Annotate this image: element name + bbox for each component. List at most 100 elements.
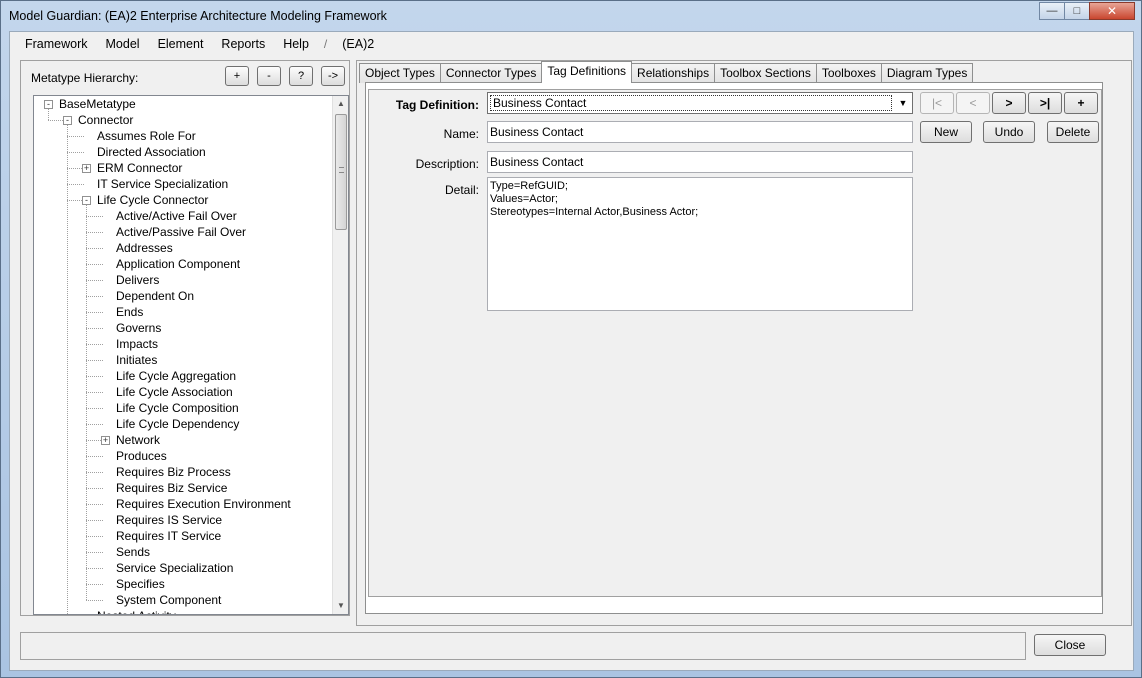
next-record-button[interactable]: > <box>992 92 1026 114</box>
tree-node[interactable]: Requires Biz Process <box>34 464 334 480</box>
tree-node[interactable]: Directed Association <box>34 144 334 160</box>
tree-node[interactable]: Impacts <box>34 336 334 352</box>
collapse-icon[interactable]: - <box>82 196 91 205</box>
tree-node[interactable]: Requires IT Service <box>34 528 334 544</box>
description-field[interactable]: Business Contact <box>487 151 913 173</box>
delete-button[interactable]: Delete <box>1047 121 1099 143</box>
tree-node-label: Service Specialization <box>116 561 234 575</box>
tree-node[interactable]: Nested Activity <box>34 608 334 614</box>
name-field[interactable]: Business Contact <box>487 121 913 143</box>
help-metatype-button[interactable]: ? <box>289 66 313 86</box>
tree-node[interactable]: Life Cycle Association <box>34 384 334 400</box>
tree-node[interactable]: Governs <box>34 320 334 336</box>
client-area: Framework Model Element Reports Help / (… <box>9 31 1134 671</box>
undo-button[interactable]: Undo <box>983 121 1035 143</box>
tab-tag-definitions[interactable]: Tag Definitions <box>541 61 633 83</box>
window-close-button[interactable]: ✕ <box>1089 2 1135 20</box>
tree-node[interactable]: Active/Active Fail Over <box>34 208 334 224</box>
tree-node-label: BaseMetatype <box>59 97 136 111</box>
tree-node[interactable]: Initiates <box>34 352 334 368</box>
first-record-button[interactable]: |< <box>920 92 954 114</box>
new-button[interactable]: New <box>920 121 972 143</box>
tree-node-label: Life Cycle Dependency <box>116 417 240 431</box>
add-metatype-button[interactable]: + <box>225 66 249 86</box>
expand-icon[interactable]: + <box>82 164 91 173</box>
tree-node[interactable]: System Component <box>34 592 334 608</box>
tree-node-label: Network <box>116 433 161 447</box>
tree-node-label: Directed Association <box>97 145 206 159</box>
tab-connector-types[interactable]: Connector Types <box>439 63 543 83</box>
menu-reports[interactable]: Reports <box>212 37 274 51</box>
tree-connector-line <box>86 248 103 249</box>
tree-connector-line <box>86 568 103 569</box>
tree-node[interactable]: + ERM Connector <box>34 160 334 176</box>
tree-node-label: Produces <box>116 449 167 463</box>
tree-node[interactable]: Addresses <box>34 240 334 256</box>
expand-icon[interactable]: + <box>101 436 110 445</box>
tree-node[interactable]: Life Cycle Composition <box>34 400 334 416</box>
tree-node[interactable]: Specifies <box>34 576 334 592</box>
title-bar[interactable]: Model Guardian: (EA)2 Enterprise Archite… <box>1 1 1141 31</box>
last-record-button[interactable]: >| <box>1028 92 1062 114</box>
tree-node-label: Governs <box>116 321 162 335</box>
tree-node[interactable]: Assumes Role For <box>34 128 334 144</box>
collapse-icon[interactable]: - <box>63 116 72 125</box>
tree-connector-line <box>86 232 103 233</box>
tree-node[interactable]: Requires Execution Environment <box>34 496 334 512</box>
scroll-down-icon[interactable]: ▼ <box>333 598 348 614</box>
tree-node[interactable]: Delivers <box>34 272 334 288</box>
tree-node[interactable]: Requires Biz Service <box>34 480 334 496</box>
maximize-button[interactable]: □ <box>1064 2 1090 20</box>
menu-context[interactable]: (EA)2 <box>333 37 383 51</box>
tree-node-label: Application Component <box>116 257 241 271</box>
tree-node[interactable]: + Network <box>34 432 334 448</box>
menu-help[interactable]: Help <box>274 37 318 51</box>
scroll-up-icon[interactable]: ▲ <box>333 96 348 112</box>
metatype-hierarchy-label: Metatype Hierarchy: <box>31 71 139 85</box>
go-metatype-button[interactable]: -> <box>321 66 345 86</box>
tree-node[interactable]: Ends <box>34 304 334 320</box>
menu-model[interactable]: Model <box>97 37 149 51</box>
tab-relationships[interactable]: Relationships <box>631 63 716 83</box>
tab-diagram-types[interactable]: Diagram Types <box>880 63 974 83</box>
minimize-button[interactable]: — <box>1039 2 1065 20</box>
tree-node[interactable]: Requires IS Service <box>34 512 334 528</box>
tree-connector-line <box>86 360 103 361</box>
tree-node[interactable]: Life Cycle Dependency <box>34 416 334 432</box>
collapse-icon[interactable]: - <box>44 100 53 109</box>
tree-node-label: Life Cycle Connector <box>97 193 209 207</box>
tab-toolbox-sections[interactable]: Toolbox Sections <box>714 63 817 83</box>
tree-node[interactable]: Application Component <box>34 256 334 272</box>
tree-node[interactable]: Produces <box>34 448 334 464</box>
tree-node[interactable]: - Connector <box>34 112 334 128</box>
tree-node[interactable]: - BaseMetatype <box>34 96 334 112</box>
tree-connector-line <box>86 328 103 329</box>
tab-object-types[interactable]: Object Types <box>359 63 441 83</box>
tree-connector-line <box>86 552 103 553</box>
dropdown-arrow-icon[interactable]: ▼ <box>894 93 912 113</box>
tree-node[interactable]: Life Cycle Aggregation <box>34 368 334 384</box>
tag-definition-select[interactable]: Business Contact ▼ <box>487 92 913 114</box>
tab-toolboxes[interactable]: Toolboxes <box>815 63 882 83</box>
remove-metatype-button[interactable]: - <box>257 66 281 86</box>
tree-node[interactable]: Dependent On <box>34 288 334 304</box>
tree-connector-line <box>67 184 84 185</box>
tree-node[interactable]: IT Service Specialization <box>34 176 334 192</box>
scroll-thumb[interactable] <box>335 114 347 230</box>
metatype-tree[interactable]: - BaseMetatype - Connector Assumes Role For D… <box>33 95 349 615</box>
add-record-button[interactable]: + <box>1064 92 1098 114</box>
tree-node-label: ERM Connector <box>97 161 183 175</box>
tree-connector-line <box>86 376 103 377</box>
tree-node[interactable]: Active/Passive Fail Over <box>34 224 334 240</box>
tree-node[interactable]: Service Specialization <box>34 560 334 576</box>
tree-node[interactable]: - Life Cycle Connector <box>34 192 334 208</box>
menu-element[interactable]: Element <box>149 37 213 51</box>
tree-connector-line <box>67 152 84 153</box>
tree-node[interactable]: Sends <box>34 544 334 560</box>
menu-framework[interactable]: Framework <box>16 37 97 51</box>
previous-record-button[interactable]: < <box>956 92 990 114</box>
detail-textarea[interactable]: Type=RefGUID; Values=Actor; Stereotypes=… <box>487 177 913 311</box>
close-button[interactable]: Close <box>1034 634 1106 656</box>
tree-node-label: Impacts <box>116 337 159 351</box>
tree-scrollbar[interactable]: ▲ ▼ <box>332 96 348 614</box>
